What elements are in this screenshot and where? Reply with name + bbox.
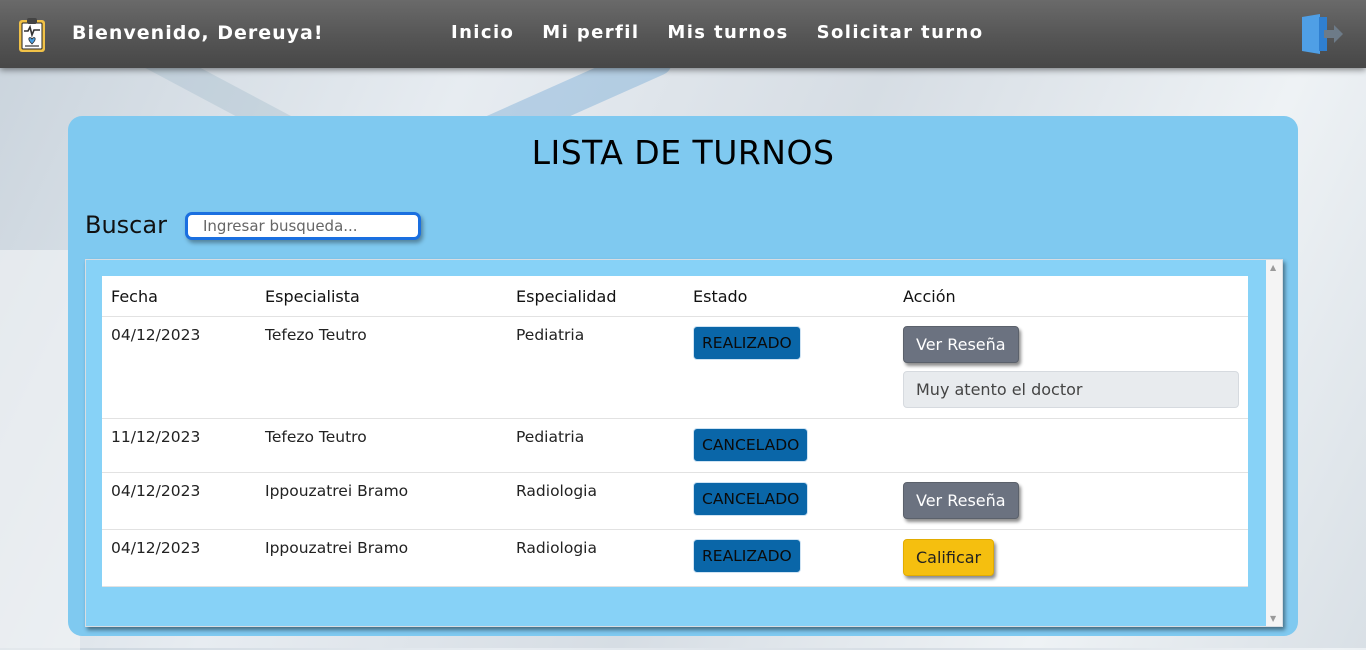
nav-links: Inicio Mi perfil Mis turnos Solicitar tu… (451, 22, 984, 43)
navbar: Bienvenido, Dereuya! Inicio Mi perfil Mi… (0, 0, 1366, 68)
search-input[interactable] (185, 212, 421, 240)
turnos-card: LISTA DE TURNOS Buscar Fecha Especialist… (68, 116, 1298, 636)
cell-fecha: 04/12/2023 (102, 529, 256, 587)
cell-especialista: Tefezo Teutro (256, 316, 507, 419)
table-row: 04/12/2023 Ippouzatrei Bramo Radiologia … (102, 472, 1248, 530)
cell-estado: CANCELADO (684, 472, 894, 530)
table-row: 04/12/2023 Ippouzatrei Bramo Radiologia … (102, 529, 1248, 587)
cell-estado: CANCELADO (684, 418, 894, 473)
nav-link-inicio[interactable]: Inicio (451, 22, 514, 43)
ver-resena-button[interactable]: Ver Reseña (903, 326, 1019, 363)
status-badge: REALIZADO (693, 539, 801, 573)
cell-fecha: 04/12/2023 (102, 472, 256, 530)
cell-especialidad: Pediatria (507, 418, 684, 473)
calificar-button[interactable]: Calificar (903, 539, 995, 576)
scrollbar[interactable]: ▲ ▼ (1266, 260, 1282, 626)
cell-accion: Ver Reseña (894, 472, 1248, 530)
cell-accion (894, 418, 1248, 473)
ver-resena-button[interactable]: Ver Reseña (903, 482, 1019, 519)
nav-link-mis-turnos[interactable]: Mis turnos (667, 22, 788, 43)
cell-fecha: 11/12/2023 (102, 418, 256, 473)
nav-link-mi-perfil[interactable]: Mi perfil (542, 22, 639, 43)
search-label: Buscar (85, 211, 167, 239)
status-badge: CANCELADO (693, 428, 809, 462)
cell-estado: REALIZADO (684, 316, 894, 419)
nav-link-solicitar-turno[interactable]: Solicitar turno (817, 22, 984, 43)
page-title: LISTA DE TURNOS (531, 133, 835, 172)
header-especialista: Especialista (256, 276, 507, 317)
header-especialidad: Especialidad (507, 276, 684, 317)
status-badge: CANCELADO (693, 482, 809, 516)
table-row: 11/12/2023 Tefezo Teutro Pediatria CANCE… (102, 418, 1248, 473)
cell-estado: REALIZADO (684, 529, 894, 587)
cell-accion: Calificar (894, 529, 1248, 587)
cell-especialidad: Radiologia (507, 529, 684, 587)
status-badge: REALIZADO (693, 326, 801, 360)
header-estado: Estado (684, 276, 894, 317)
cell-especialidad: Radiologia (507, 472, 684, 530)
table-container: Fecha Especialista Especialidad Estado A… (85, 259, 1283, 627)
review-text: Muy atento el doctor (903, 371, 1239, 408)
welcome-message: Bienvenido, Dereuya! (72, 22, 324, 44)
cell-accion: Ver Reseña Muy atento el doctor (894, 316, 1248, 419)
cell-especialidad: Pediatria (507, 316, 684, 419)
turnos-table: Fecha Especialista Especialidad Estado A… (102, 276, 1248, 587)
table-row: 04/12/2023 Tefezo Teutro Pediatria REALI… (102, 316, 1248, 419)
medical-clipboard-icon (19, 18, 45, 52)
cell-especialista: Tefezo Teutro (256, 418, 507, 473)
scroll-down-arrow-icon[interactable]: ▼ (1270, 614, 1276, 623)
header-accion: Acción (894, 276, 1248, 317)
table-header-row: Fecha Especialista Especialidad Estado A… (102, 276, 1248, 317)
cell-fecha: 04/12/2023 (102, 316, 256, 419)
logout-door-icon[interactable] (1300, 13, 1344, 55)
header-fecha: Fecha (102, 276, 256, 317)
scroll-up-arrow-icon[interactable]: ▲ (1270, 263, 1276, 272)
cell-especialista: Ippouzatrei Bramo (256, 472, 507, 530)
cell-especialista: Ippouzatrei Bramo (256, 529, 507, 587)
